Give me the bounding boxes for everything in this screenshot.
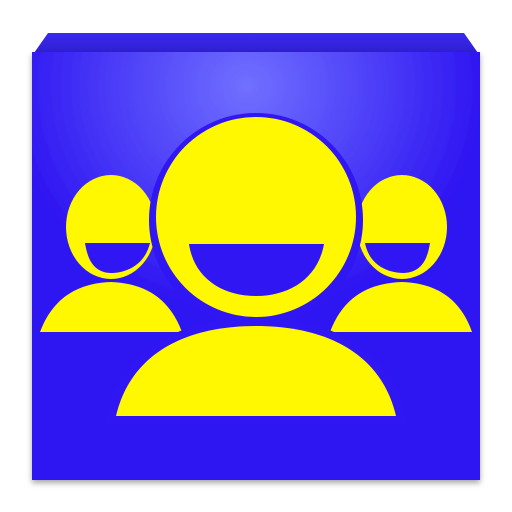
icon-canvas (32, 33, 480, 480)
top-bevel (34, 33, 478, 53)
group-people-icon (0, 0, 512, 512)
app-icon-stage (0, 0, 512, 512)
